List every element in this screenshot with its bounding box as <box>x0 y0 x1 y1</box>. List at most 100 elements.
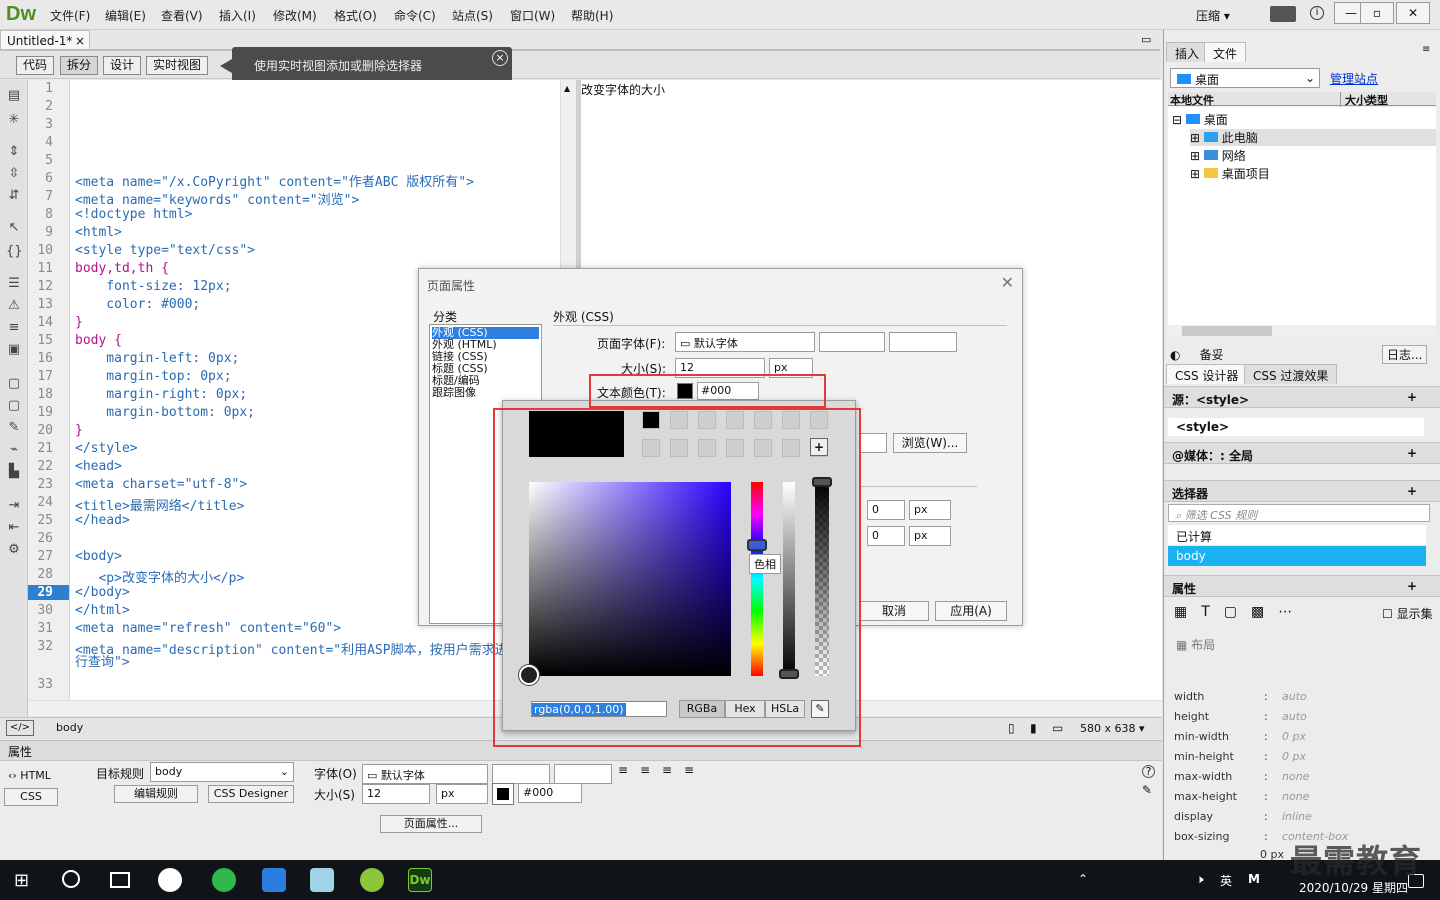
remove-comment-icon[interactable]: ▢ <box>6 398 22 414</box>
line-numbers-icon[interactable]: ☰ <box>6 276 22 292</box>
close-window-button[interactable]: ✕ <box>1396 2 1430 24</box>
filter-rules-input[interactable]: ⌕ 筛选 CSS 规则 <box>1168 504 1430 522</box>
menu-item-9[interactable]: 帮助(H) <box>571 7 613 24</box>
maximize-button[interactable]: ▫ <box>1360 2 1394 24</box>
code-line[interactable]: </style> <box>75 441 138 456</box>
help-icon[interactable]: ? <box>1142 765 1155 778</box>
selector-computed[interactable]: 已计算 <box>1168 525 1426 545</box>
desktop-size-icon[interactable]: ▭ <box>1052 721 1063 735</box>
font-style-select[interactable] <box>492 764 550 784</box>
code-line[interactable]: } <box>75 315 83 330</box>
highlight-invalid-icon[interactable]: ⚠ <box>6 298 22 314</box>
restore-doc-icon[interactable]: ▭ <box>1141 33 1151 46</box>
tree-node-this-pc[interactable]: ⊞ 此电脑 <box>1190 129 1436 146</box>
sync-icon[interactable] <box>1270 6 1296 22</box>
more-icon[interactable]: ⋯ <box>1278 604 1306 620</box>
css-property-value[interactable]: none <box>1282 770 1309 783</box>
code-line[interactable]: <p>改变字体的大小</p> <box>75 567 244 586</box>
panel-menu-icon[interactable]: ≡ <box>1422 44 1430 55</box>
col-size[interactable]: 大小 <box>1340 92 1367 108</box>
code-line[interactable]: margin-bottom: 0px; <box>75 405 255 420</box>
expand-all-icon[interactable]: ⇕ <box>6 144 22 160</box>
menu-item-0[interactable]: 文件(F) <box>50 7 90 24</box>
menu-item-6[interactable]: 命令(C) <box>394 7 436 24</box>
syntax-coloring-icon[interactable]: ▣ <box>6 342 22 358</box>
add-selector-icon[interactable]: + <box>1407 484 1417 498</box>
page-properties-button[interactable]: 页面属性... <box>380 815 482 833</box>
volume-icon[interactable]: 🕨 <box>1196 872 1204 887</box>
show-set-checkbox[interactable]: ☐ 显示集 <box>1382 605 1433 622</box>
code-line[interactable]: <meta name="refresh" content="60"> <box>75 621 341 636</box>
menu-item-2[interactable]: 查看(V) <box>161 7 203 24</box>
add-property-icon[interactable]: + <box>1407 579 1417 593</box>
log-button[interactable]: 日志... <box>1382 345 1428 364</box>
indent-icon[interactable]: ⇥ <box>6 498 22 514</box>
cancel-button[interactable]: 取消 <box>859 601 929 621</box>
background-icon[interactable]: ▩ <box>1251 604 1278 620</box>
browser-icon[interactable] <box>212 868 236 892</box>
margin-left-input[interactable]: 0 <box>867 500 905 520</box>
code-line[interactable]: margin-right: 0px; <box>75 387 247 402</box>
notepad-icon[interactable] <box>310 868 334 892</box>
design-view-button[interactable]: 设计 <box>103 56 142 75</box>
menu-item-3[interactable]: 插入(I) <box>219 7 256 24</box>
recent-snippets-icon[interactable]: ⌁ <box>6 442 22 458</box>
font-weight-select[interactable] <box>554 764 612 784</box>
file-management-icon[interactable]: ✳ <box>6 112 22 128</box>
css-property-value[interactable]: none <box>1282 790 1309 803</box>
menu-item-1[interactable]: 编辑(E) <box>105 7 146 24</box>
code-line[interactable]: } <box>75 423 83 438</box>
selector-body[interactable]: body <box>1168 546 1426 566</box>
css-property-value[interactable]: inline <box>1282 810 1312 823</box>
unit-select[interactable]: px <box>436 784 488 804</box>
outdent-icon[interactable]: ⇤ <box>6 520 22 536</box>
page-font-select[interactable]: ▭ 默认字体 <box>675 332 815 352</box>
search-icon[interactable] <box>62 870 80 888</box>
target-rule-select[interactable]: body ⌄ <box>150 762 294 782</box>
ime-indicator[interactable]: 英 <box>1220 872 1232 889</box>
select-parent-tag-icon[interactable]: ↖ <box>6 220 22 236</box>
tree-node-network[interactable]: ⊞ 网络 <box>1190 147 1246 164</box>
margin-right-unit[interactable]: px <box>909 526 951 546</box>
color-swatch-button[interactable] <box>492 783 514 805</box>
align-center-icon[interactable]: ≡ <box>640 763 650 777</box>
files-horizontal-scrollbar[interactable] <box>1168 325 1436 337</box>
size-select[interactable]: 12 <box>362 784 430 804</box>
format-source-icon[interactable]: ⚙ <box>6 542 22 558</box>
dialog-close-icon[interactable]: ✕ <box>1001 273 1014 292</box>
connect-icon[interactable]: ◐ <box>1170 348 1180 362</box>
writer-icon[interactable] <box>262 868 286 892</box>
margin-left-unit[interactable]: px <box>909 500 951 520</box>
code-line[interactable]: font-size: 12px; <box>75 279 231 294</box>
edit-rule-button[interactable]: 编辑规则 <box>114 785 198 803</box>
workspace-switcher[interactable]: 压缩 ▾ <box>1196 7 1230 24</box>
dreamweaver-icon[interactable]: Dw <box>408 868 432 892</box>
document-tab[interactable]: Untitled-1* × <box>0 30 90 50</box>
font-select[interactable]: ▭ 默认字体 <box>362 764 488 784</box>
code-line[interactable]: body { <box>75 333 122 348</box>
close-tab-icon[interactable]: × <box>75 34 85 48</box>
align-right-icon[interactable]: ≡ <box>662 763 672 777</box>
tab-css-designer[interactable]: CSS 设计器 <box>1166 364 1248 384</box>
window-size[interactable]: 580 x 638 ▾ <box>1080 722 1145 735</box>
scroll-up-icon[interactable]: ▲ <box>564 84 570 93</box>
windows-start-icon[interactable]: ⊞ <box>14 870 29 891</box>
tree-node-desktop-items[interactable]: ⊞ 桌面项目 <box>1190 165 1270 182</box>
code-line[interactable]: 行查询"> <box>75 651 130 670</box>
background-image-input[interactable] <box>859 433 887 453</box>
code-line[interactable]: margin-top: 0px; <box>75 369 231 384</box>
tab-files[interactable]: 文件 <box>1204 42 1247 62</box>
menu-item-5[interactable]: 格式(O) <box>334 7 377 24</box>
color-hex-input[interactable]: #000 <box>518 783 582 803</box>
app-icon-1[interactable] <box>158 868 182 892</box>
code-line[interactable]: <style type="text/css"> <box>75 243 255 258</box>
col-local-files[interactable]: 本地文件 <box>1170 92 1214 108</box>
quick-tag-editor-icon[interactable]: ✎ <box>1142 783 1152 797</box>
balance-braces-icon[interactable]: {} <box>6 244 23 260</box>
apply-button[interactable]: 应用(A) <box>935 601 1007 621</box>
files-location-select[interactable]: 桌面 ⌄ <box>1170 68 1320 88</box>
input-method-icon[interactable]: M <box>1248 872 1260 886</box>
font-style-select[interactable] <box>819 332 885 352</box>
menu-item-4[interactable]: 修改(M) <box>273 7 317 24</box>
code-line[interactable]: <meta name="keywords" content="浏览"> <box>75 189 359 208</box>
